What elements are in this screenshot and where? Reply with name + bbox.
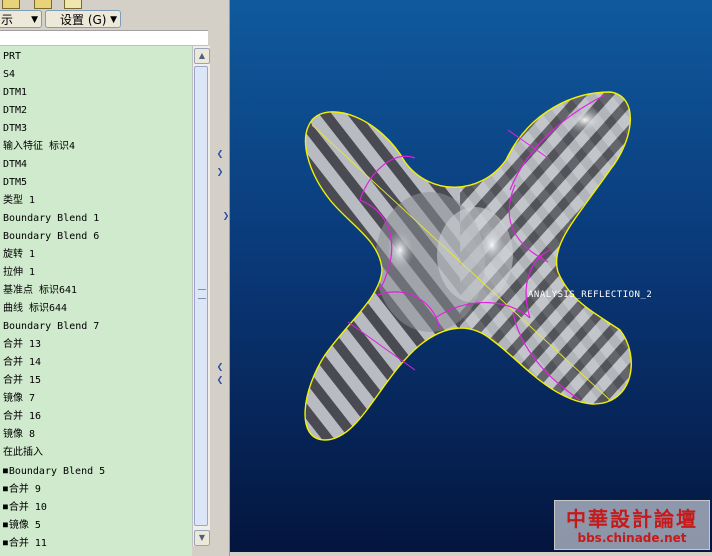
tree-item[interactable]: 镜像 8: [3, 426, 35, 444]
tree-item[interactable]: DTM4: [3, 156, 27, 174]
collapse-left-icon[interactable]: ❮: [216, 376, 224, 384]
tree-item-label: 在此插入: [3, 447, 43, 458]
feature-marker-icon: ■: [3, 466, 8, 475]
status-strip: [230, 552, 712, 556]
tree-item[interactable]: 合并 14: [3, 354, 41, 372]
tree-item-label: 合并 14: [3, 357, 42, 368]
tree-item-label: 拉伸 1: [3, 267, 36, 278]
tree-item-label: 合并 10: [8, 502, 47, 513]
tree-item-label: 合并 11: [8, 538, 47, 549]
zebra-surface-model: [304, 91, 632, 441]
tree-item[interactable]: DTM3: [3, 120, 27, 138]
tree-item-label: Boundary Blend 1: [3, 213, 100, 224]
collapse-left-icon[interactable]: ❮: [216, 363, 224, 371]
tree-item-label: 镜像 7: [3, 393, 36, 404]
tree-item[interactable]: ■合并 10: [3, 498, 47, 516]
expand-right-icon[interactable]: ❯: [222, 212, 230, 220]
scroll-thumb[interactable]: [194, 66, 208, 526]
show-filter-button[interactable]: 示 ▼: [0, 10, 42, 28]
tree-item-label: 合并 13: [3, 339, 42, 350]
tree-item[interactable]: 合并 16: [3, 408, 41, 426]
toolbar-folder-icon[interactable]: [34, 0, 52, 9]
feature-marker-icon: ■: [3, 538, 8, 547]
tree-item-label: 合并 15: [3, 375, 42, 386]
tree-item[interactable]: Boundary Blend 7: [3, 318, 99, 336]
tree-scrollbar[interactable]: ▲ ▼: [192, 46, 210, 546]
collapse-left-icon[interactable]: ❮: [216, 150, 224, 158]
tree-item-label: S4: [3, 69, 16, 80]
tree-item[interactable]: 合并 15: [3, 372, 41, 390]
tree-item-label: 旋转 1: [3, 249, 36, 260]
model-tree: PRT S4 DTM1 DTM2 DTM3 输入特征 标识4 DTM4 DTM5 类型 1 Bou…: [0, 46, 192, 556]
feature-marker-icon: ■: [3, 502, 8, 511]
tree-item[interactable]: DTM1: [3, 84, 27, 102]
tree-item[interactable]: ■镜像 5: [3, 516, 41, 534]
tree-item[interactable]: 镜像 7: [3, 390, 35, 408]
tree-item-label: 合并 16: [3, 411, 42, 422]
analysis-reflection-label[interactable]: ANALYSIS_REFLECTION_2: [528, 290, 652, 300]
tree-item[interactable]: 旋转 1: [3, 246, 35, 264]
scroll-up-icon[interactable]: ▲: [194, 48, 210, 64]
tree-item-label: DTM3: [3, 123, 28, 134]
settings-button[interactable]: 设置 (G) ▼: [45, 10, 121, 28]
tree-item[interactable]: ■合并 11: [3, 534, 47, 552]
tree-item-label: 曲线 标识644: [3, 303, 68, 314]
tree-item-label: 镜像 8: [3, 429, 36, 440]
tree-item[interactable]: Boundary Blend 6: [3, 228, 99, 246]
tree-item-label: DTM2: [3, 105, 28, 116]
tree-item[interactable]: S4: [3, 66, 15, 84]
dropdown-arrow-icon: ▼: [110, 15, 117, 25]
watermark-url: bbs.chinade.net: [577, 531, 687, 545]
tree-item-label: 合并 9: [8, 484, 41, 495]
scroll-down-icon[interactable]: ▼: [194, 530, 210, 546]
dropdown-arrow-icon: ▼: [31, 15, 38, 25]
toolbar-strip: [0, 0, 212, 10]
forum-watermark: 中華設計論壇 bbs.chinade.net: [554, 500, 710, 550]
toolbar-note-icon[interactable]: [64, 0, 82, 9]
graphics-viewport[interactable]: ANALYSIS_REFLECTION_2 中華設計論壇 bbs.chinade…: [230, 0, 712, 552]
panel-sash[interactable]: ❮ ❯ ❯ ❮ ❮: [212, 0, 230, 556]
tree-item[interactable]: 曲线 标识644: [3, 300, 67, 318]
tree-item-label: 镜像 5: [8, 520, 41, 531]
toolbar-folder-icon[interactable]: [2, 0, 20, 9]
watermark-title: 中華設計論壇: [566, 507, 698, 531]
model-tree-panel: 示 ▼ 设置 (G) ▼ PRT S4 DTM1 DTM2 DTM3 输入特征 标识4 DT…: [0, 0, 213, 556]
tree-item-label: Boundary Blend 7: [3, 321, 100, 332]
feature-marker-icon: ■: [3, 520, 8, 529]
tree-item-label: 输入特征 标识4: [3, 141, 76, 152]
tree-item-label: 基准点 标识641: [3, 285, 78, 296]
tree-item[interactable]: 基准点 标识641: [3, 282, 77, 300]
tree-item[interactable]: DTM5: [3, 174, 27, 192]
expand-right-icon[interactable]: ❯: [216, 168, 224, 176]
tree-item[interactable]: PRT: [3, 48, 21, 66]
tree-item[interactable]: 输入特征 标识4: [3, 138, 75, 156]
tree-header: [0, 30, 208, 46]
tree-item-label: Boundary Blend 5: [8, 466, 106, 477]
tree-item[interactable]: Boundary Blend 1: [3, 210, 99, 228]
scroll-grip-icon: [198, 289, 206, 299]
tree-item-label: DTM5: [3, 177, 28, 188]
tree-menu-row: 示 ▼ 设置 (G) ▼: [0, 10, 212, 30]
tree-item[interactable]: ■Boundary Blend 5: [3, 462, 105, 480]
tree-item-label: DTM1: [3, 87, 28, 98]
tree-item-label: 类型 1: [3, 195, 36, 206]
tree-item[interactable]: 类型 1: [3, 192, 35, 210]
tree-item[interactable]: 拉伸 1: [3, 264, 35, 282]
tree-item-label: DTM4: [3, 159, 28, 170]
tree-item[interactable]: ■合并 9: [3, 480, 41, 498]
tree-item[interactable]: 合并 13: [3, 336, 41, 354]
tree-item-label: PRT: [3, 51, 22, 62]
tree-item[interactable]: 在此插入: [3, 444, 43, 462]
tree-item[interactable]: DTM2: [3, 102, 27, 120]
tree-item-label: Boundary Blend 6: [3, 231, 100, 242]
feature-marker-icon: ■: [3, 484, 8, 493]
